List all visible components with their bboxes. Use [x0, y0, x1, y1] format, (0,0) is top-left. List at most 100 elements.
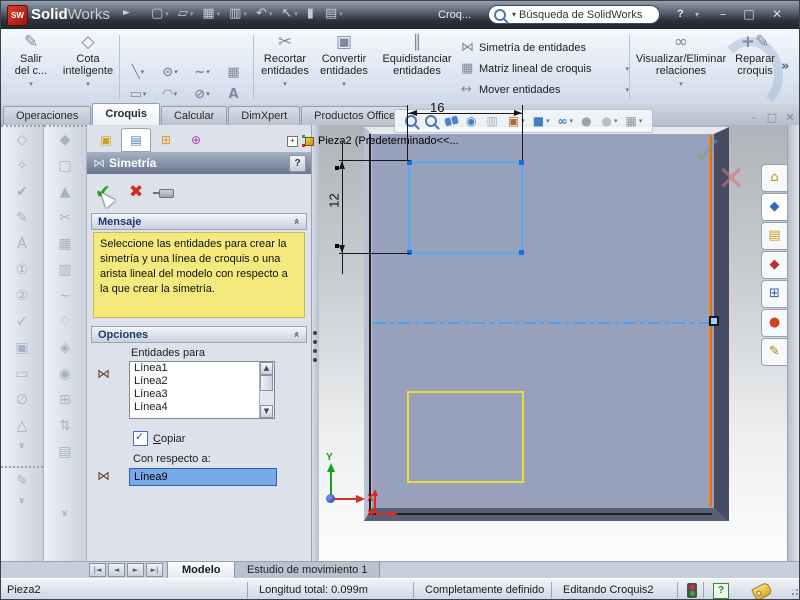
shadows-icon[interactable]: ●	[581, 114, 593, 128]
dropdown-caret-icon[interactable]: ▾	[29, 80, 33, 88]
dropdown-caret-icon[interactable]: ▾	[342, 80, 346, 88]
model-tab[interactable]: Modelo	[167, 562, 236, 579]
offset-entities-button[interactable]: ∥ Equidistanciar entidades	[375, 31, 459, 101]
toolbar-icon[interactable]: ▢	[44, 153, 86, 179]
display-delete-relations-button[interactable]: ∞ Visualizar/Eliminar relaciones ▾	[633, 31, 729, 101]
dim12-extension-line-bottom[interactable]	[339, 253, 410, 254]
line-icon[interactable]: ╲▾	[122, 61, 154, 83]
search-input[interactable]: Búsqueda de SolidWorks	[519, 9, 642, 21]
vertex-handle[interactable]	[519, 160, 524, 165]
maximize-button[interactable]: □	[739, 7, 759, 22]
spline-icon[interactable]: ∼▾	[186, 61, 218, 83]
print-icon[interactable]: ▥▾	[229, 6, 247, 21]
appearances-scenes-tab-icon[interactable]: ●	[761, 309, 787, 337]
dropdown-caret-icon[interactable]: ▾	[86, 80, 90, 88]
help-button[interactable]: ?	[677, 8, 684, 20]
dim16-dimension-line[interactable]	[408, 113, 523, 114]
ellipse-icon[interactable]: ⊘▾	[186, 83, 218, 105]
design-library-tab-icon[interactable]: ◆	[761, 193, 787, 221]
toolbar-icon[interactable]: ▦	[44, 231, 86, 257]
ribbon-overflow-button[interactable]: »	[781, 59, 789, 74]
task-pane-strip[interactable]	[787, 125, 800, 561]
dimension-value-12[interactable]: 12	[327, 193, 342, 207]
repair-sketch-button[interactable]: +✎ Reparar croquis	[729, 31, 781, 101]
minimize-button[interactable]: –	[713, 7, 733, 22]
sketch-bottom-edge[interactable]	[369, 513, 712, 515]
dim12-extension-line-top[interactable]	[339, 160, 410, 161]
dim-grip[interactable]	[335, 166, 339, 170]
toolbar-icon[interactable]: ⇅	[44, 413, 86, 439]
toolbar-slider-icon[interactable]: ▮	[307, 6, 316, 21]
command-tab[interactable]: Operaciones	[3, 106, 91, 125]
zoom-to-selection-icon[interactable]: ◉	[466, 114, 478, 128]
vertex-handle[interactable]	[519, 250, 524, 255]
tree-expand-icon[interactable]: +	[287, 136, 298, 147]
text-icon[interactable]: A	[218, 83, 250, 105]
toolbar-icon[interactable]: ◉	[44, 361, 86, 387]
section-view-icon[interactable]: ▥	[486, 114, 499, 128]
pattern-box-icon[interactable]: ▦	[218, 61, 250, 83]
listbox-scrollbar[interactable]: ▲ ▼	[259, 362, 274, 418]
entity-list-item[interactable]: Línea3	[130, 388, 260, 401]
resources-home-tab-icon[interactable]: ⌂	[761, 164, 787, 192]
toolbar-icon[interactable]: ▲	[44, 179, 86, 205]
tab-nav-button[interactable]: ►	[127, 563, 144, 577]
graphics-viewport[interactable]: 12 ✓ ✕ Y X ✱	[319, 125, 787, 561]
mirror-centerline[interactable]	[373, 322, 717, 324]
toolbar-icon[interactable]: ✓	[1, 309, 43, 335]
resize-grip[interactable]	[796, 593, 798, 595]
dimension-value-16[interactable]: 16	[430, 100, 444, 115]
custom-properties-tab-icon[interactable]: ✎	[761, 338, 787, 366]
linear-sketch-pattern-button[interactable]: ▦ Matriz lineal de croquis ▾	[461, 58, 629, 79]
collapse-chevron-icon[interactable]: »	[291, 218, 302, 224]
copy-option[interactable]: ✓ Copiar	[133, 431, 185, 446]
rectangle-icon[interactable]: ▭▾	[122, 83, 154, 105]
search-box[interactable]: ▾ Búsqueda de SolidWorks	[488, 5, 660, 24]
toolbar-icon[interactable]: ◈	[44, 335, 86, 361]
scroll-up-icon[interactable]: ▲	[260, 362, 273, 375]
tab-nav-button[interactable]: ◄	[108, 563, 125, 577]
quick-tips-help-icon[interactable]: ?	[713, 583, 729, 599]
centerline-endpoint-handle[interactable]	[709, 316, 719, 326]
doc-minimize-button[interactable]: –	[745, 110, 763, 125]
magnify-selection-icon[interactable]	[444, 115, 459, 126]
tab-nav-button[interactable]: |◄	[89, 563, 106, 577]
tree-root-label[interactable]: Pieza2 (Predeterminado<<...	[318, 135, 459, 147]
display-style-icon[interactable]: ■▾	[533, 114, 550, 128]
toolbar-icon[interactable]: ▣	[1, 335, 43, 361]
options-group-header[interactable]: Opciones »	[91, 326, 307, 343]
mirror-preview-rectangle[interactable]	[407, 391, 524, 483]
entities-listbox[interactable]: Línea1Línea2Línea3Línea4 ▲ ▼	[129, 361, 275, 419]
toolbar-icon[interactable]: ◆	[44, 127, 86, 153]
toolbar-icon[interactable]: ▤	[44, 439, 86, 465]
toolbar-icon[interactable]: ✂	[44, 205, 86, 231]
command-tab[interactable]: DimXpert	[228, 106, 300, 125]
search-caret-icon[interactable]: ▾	[512, 10, 516, 19]
toolbar-icon[interactable]: ▥	[44, 257, 86, 283]
toolbar-more-icon[interactable]: »	[16, 425, 29, 467]
hide-show-items-icon[interactable]: ∞▾	[558, 114, 574, 128]
toolbar-icon[interactable]: ⊞	[44, 387, 86, 413]
cancel-button[interactable]: ✖	[129, 182, 143, 202]
dim-grip[interactable]	[335, 244, 339, 248]
motion-study-tab[interactable]: Estudio de movimiento 1	[234, 562, 380, 579]
dropdown-caret-icon[interactable]: ▾	[679, 80, 683, 88]
message-group-header[interactable]: Mensaje »	[91, 213, 307, 230]
menu-expand-icon[interactable]: ►	[123, 8, 130, 18]
toolbar-more-icon[interactable]: »	[59, 493, 72, 535]
toolbar-icon[interactable]: ✔	[1, 179, 43, 205]
toolbar-icon[interactable]: ②	[1, 283, 43, 309]
appearances-icon[interactable]: ●▾	[602, 114, 618, 128]
select-icon[interactable]: ↖▾	[281, 6, 297, 21]
close-button[interactable]: ✕	[767, 7, 787, 22]
tab-nav-button[interactable]: ►|	[146, 563, 163, 577]
command-tab[interactable]: Calcular	[161, 106, 227, 125]
smart-dimension-button[interactable]: ◇ Cota inteligente ▾	[59, 31, 117, 101]
toolbar-more-icon[interactable]: »	[16, 480, 29, 522]
toolbar-icon[interactable]: ✎	[1, 205, 43, 231]
featuremanager-tab-icon[interactable]: ▣	[91, 128, 121, 152]
doc-close-button[interactable]: ✕	[781, 110, 799, 125]
toolbar-icon[interactable]: ◇	[1, 127, 43, 153]
dimxpertmanager-tab-icon[interactable]: ⊕	[181, 128, 211, 152]
sketch-left-edge[interactable]	[369, 134, 371, 515]
